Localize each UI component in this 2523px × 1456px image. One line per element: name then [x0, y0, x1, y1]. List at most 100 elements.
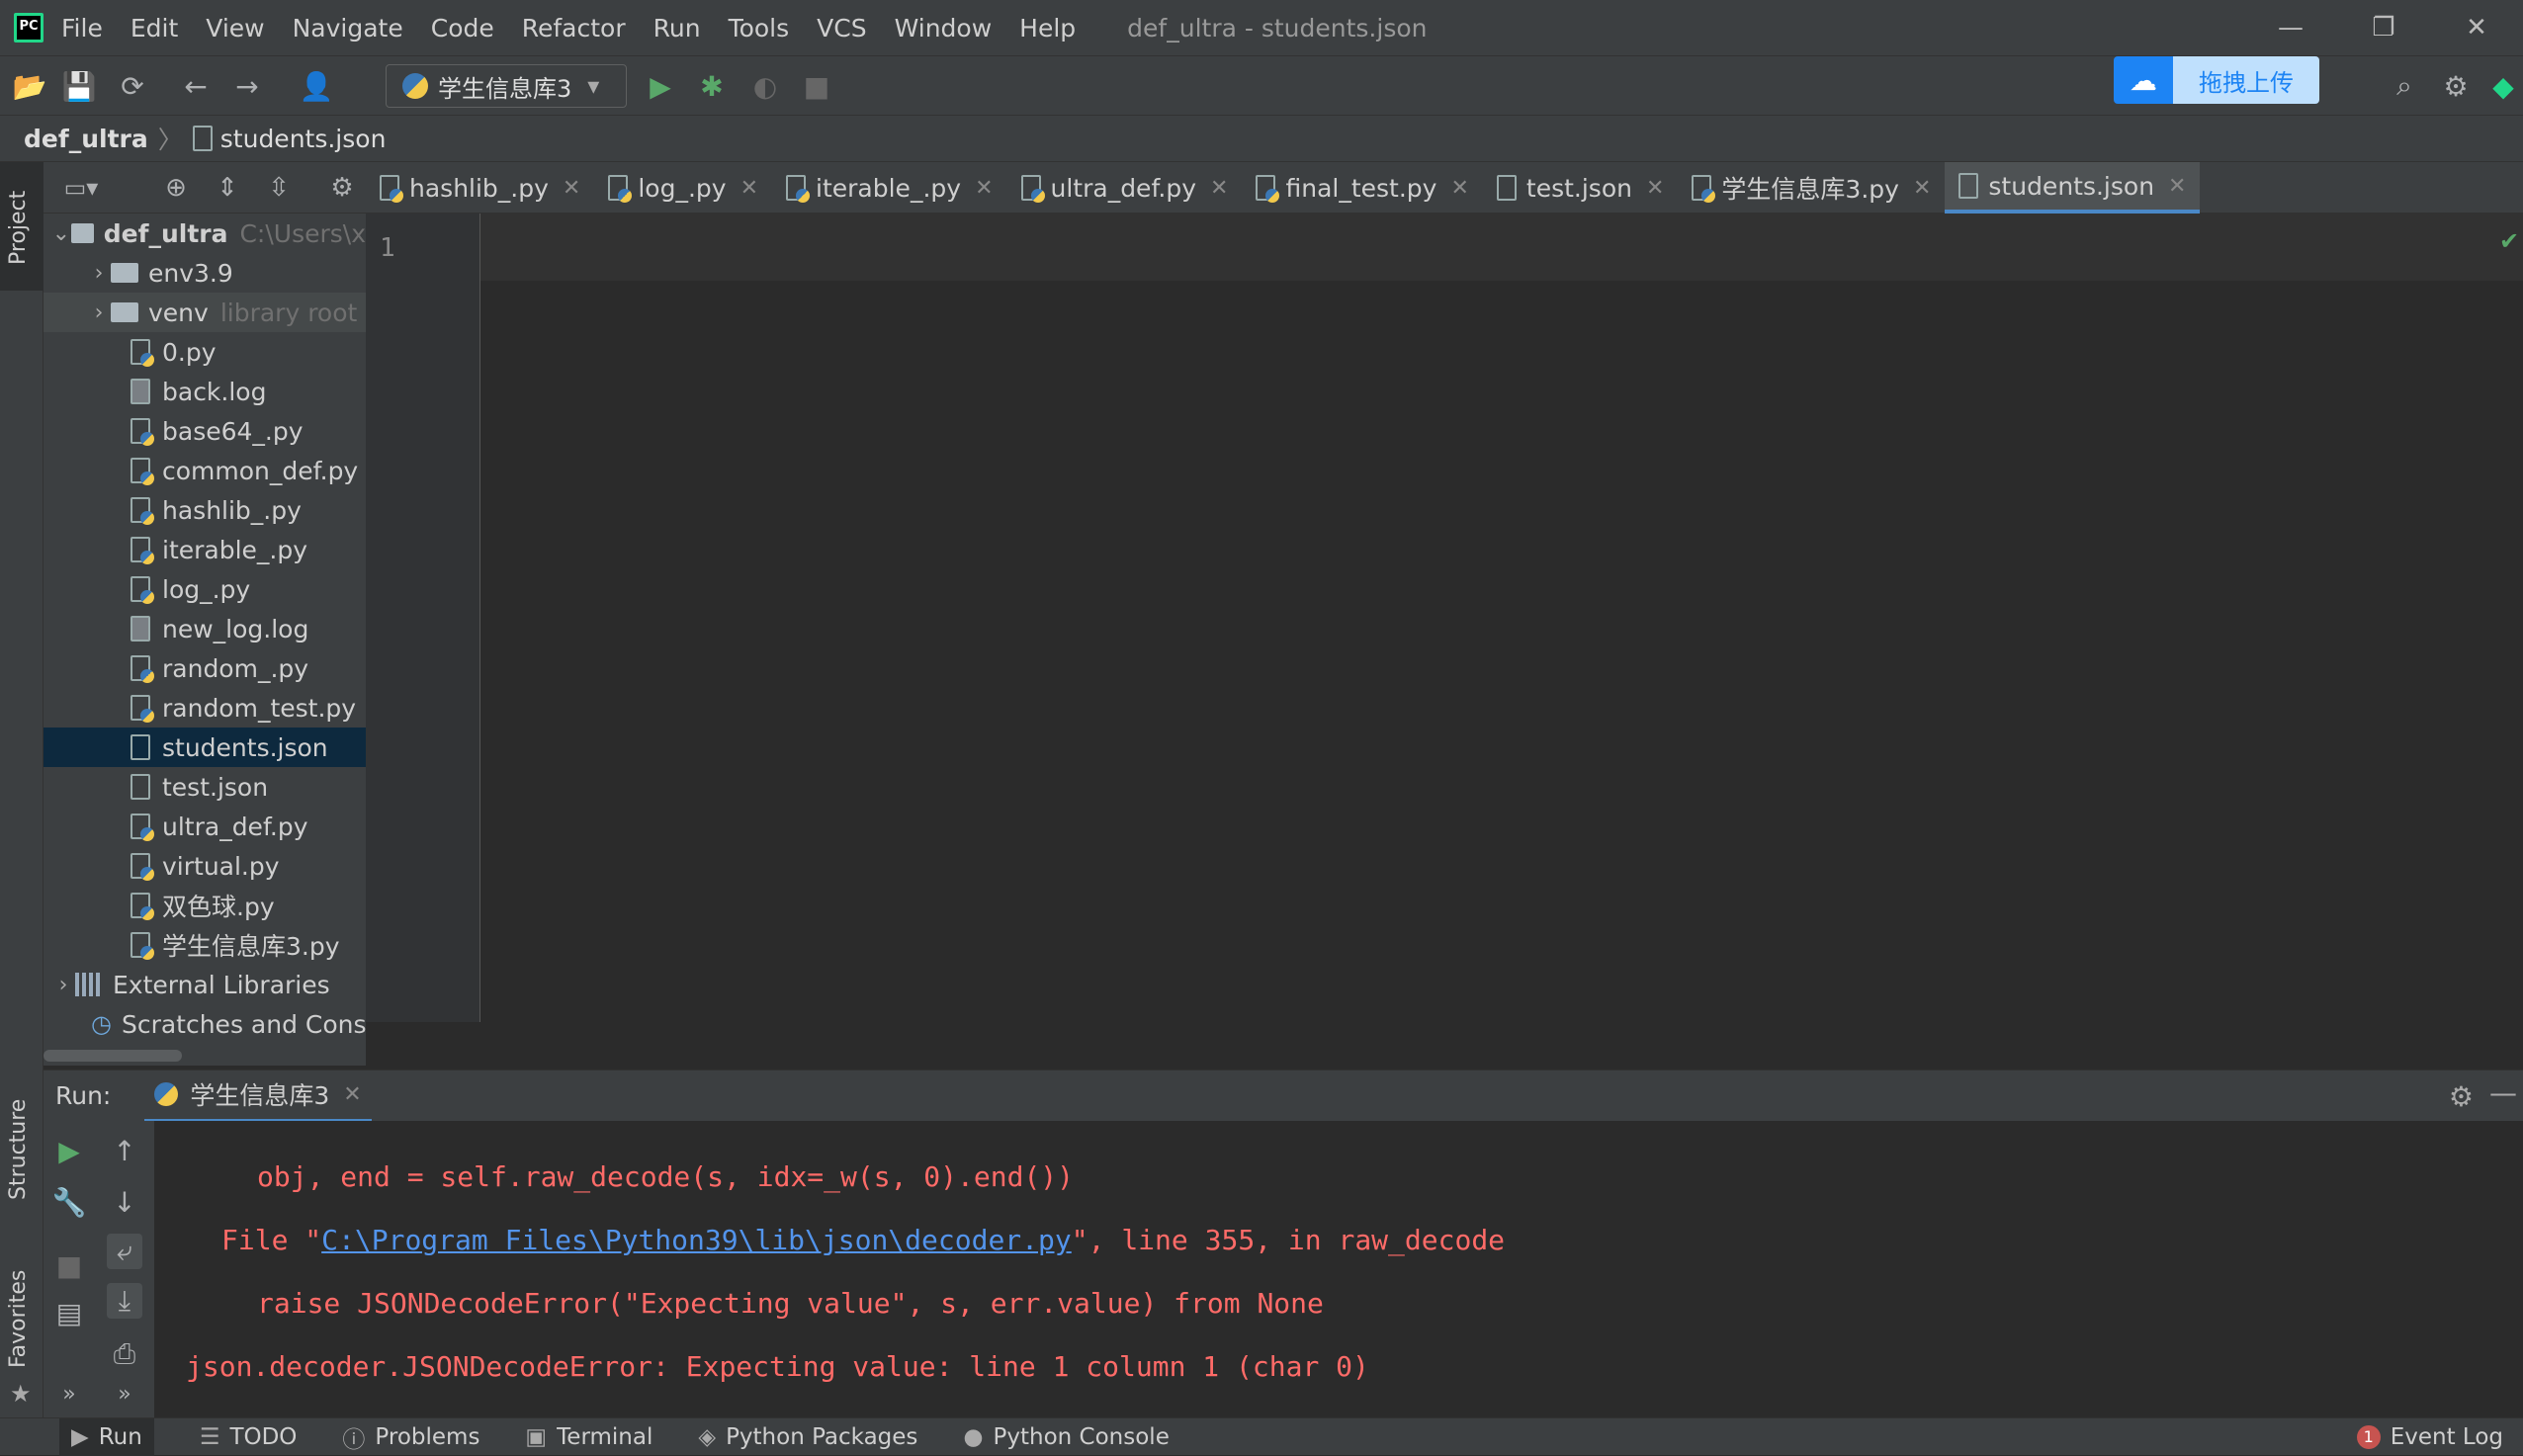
code-editor[interactable]: [480, 214, 2523, 1022]
scroll-down-arrow-icon[interactable]: ↓: [107, 1184, 142, 1220]
close-tab-icon[interactable]: ✕: [1913, 176, 1931, 201]
status-tab-python-console[interactable]: ● Python Console: [963, 1424, 1169, 1450]
tree-folder[interactable]: › env3.9: [44, 253, 366, 293]
gear-icon[interactable]: ⚙: [2438, 68, 2474, 104]
coverage-icon[interactable]: ◐: [747, 68, 783, 104]
hide-panel-icon[interactable]: —: [2489, 1076, 2517, 1109]
close-tab-icon[interactable]: ✕: [2168, 174, 2186, 199]
plugin-icon[interactable]: ◆: [2485, 68, 2521, 104]
chevron-right-icon[interactable]: ›: [87, 300, 111, 325]
menu-run[interactable]: Run: [653, 14, 701, 43]
tree-external-libraries[interactable]: › External Libraries: [44, 965, 366, 1004]
tree-file[interactable]: common_def.py: [44, 451, 366, 490]
close-tab-icon[interactable]: ✕: [1210, 176, 1228, 201]
status-tab-terminal[interactable]: ▣ Terminal: [525, 1424, 652, 1450]
run-config-tab[interactable]: 学生信息库3 ✕: [144, 1071, 372, 1122]
more-icon[interactable]: »: [107, 1376, 142, 1412]
menu-edit[interactable]: Edit: [130, 14, 178, 43]
sync-icon[interactable]: ⟳: [115, 68, 150, 104]
tree-file[interactable]: test.json: [44, 767, 366, 807]
horizontal-scrollbar[interactable]: [44, 1050, 182, 1062]
structure-tool-tab[interactable]: Structure: [0, 1091, 44, 1230]
more-icon[interactable]: »: [51, 1376, 87, 1412]
breadcrumb-file[interactable]: students.json: [220, 125, 387, 153]
status-tab-todo[interactable]: ☰ TODO: [200, 1424, 298, 1450]
tree-folder[interactable]: › venv library root: [44, 293, 366, 332]
tab-log[interactable]: log_.py ✕: [594, 162, 772, 214]
tree-file[interactable]: new_log.log: [44, 609, 366, 648]
file-link[interactable]: C:\Program Files\Python39\lib\json\decod…: [321, 1224, 1072, 1256]
inspection-ok-icon[interactable]: ✔: [2499, 227, 2519, 255]
event-log[interactable]: 1 Event Log: [2356, 1424, 2503, 1450]
restore-icon[interactable]: ❐: [2337, 0, 2430, 55]
close-icon[interactable]: ✕: [2430, 0, 2523, 55]
locate-file-icon[interactable]: ⊕: [158, 170, 194, 206]
chevron-right-icon[interactable]: ›: [51, 973, 75, 997]
upload-button[interactable]: ☁ 拖拽上传: [2114, 56, 2319, 104]
rerun-icon[interactable]: ▶: [51, 1133, 87, 1168]
tab-test-json[interactable]: test.json ✕: [1483, 162, 1679, 214]
tree-file[interactable]: ultra_def.py: [44, 807, 366, 846]
search-icon[interactable]: ⌕: [2387, 68, 2422, 104]
soft-wrap-icon[interactable]: ⤶: [107, 1234, 142, 1269]
wrench-icon[interactable]: 🔧: [51, 1184, 87, 1220]
forward-arrow-icon[interactable]: →: [229, 68, 265, 104]
scroll-up-arrow-icon[interactable]: ↑: [107, 1133, 142, 1168]
close-tab-icon[interactable]: ✕: [343, 1082, 361, 1107]
favorites-tool-tab[interactable]: Favorites ★: [0, 1259, 44, 1417]
stop-icon[interactable]: ■: [799, 68, 834, 104]
close-tab-icon[interactable]: ✕: [975, 176, 993, 201]
menu-refactor[interactable]: Refactor: [522, 14, 626, 43]
view-mode-icon[interactable]: ▭▾: [63, 170, 99, 206]
tab-ultra-def[interactable]: ultra_def.py ✕: [1007, 162, 1243, 214]
open-folder-icon[interactable]: 📂: [12, 68, 47, 104]
save-icon[interactable]: 💾: [61, 68, 97, 104]
tree-file-selected[interactable]: students.json: [44, 728, 366, 767]
menu-file[interactable]: File: [61, 14, 103, 43]
menu-navigate[interactable]: Navigate: [293, 14, 403, 43]
tree-file[interactable]: log_.py: [44, 569, 366, 609]
run-icon[interactable]: ▶: [643, 68, 678, 104]
chevron-down-icon[interactable]: ⌄: [51, 221, 71, 246]
menu-vcs[interactable]: VCS: [817, 14, 866, 43]
debug-bug-icon[interactable]: ✱: [694, 68, 730, 104]
tree-file[interactable]: hashlib_.py: [44, 490, 366, 530]
tree-file[interactable]: base64_.py: [44, 411, 366, 451]
tree-file[interactable]: iterable_.py: [44, 530, 366, 569]
tree-file[interactable]: random_test.py: [44, 688, 366, 728]
status-tab-run[interactable]: ▶ Run: [59, 1417, 154, 1456]
tab-iterable[interactable]: iterable_.py ✕: [772, 162, 1006, 214]
expand-all-icon[interactable]: ⇕: [210, 170, 245, 206]
tree-file[interactable]: random_.py: [44, 648, 366, 688]
tab-student-db[interactable]: 学生信息库3.py ✕: [1678, 162, 1945, 214]
tree-file[interactable]: 双色球.py: [44, 886, 366, 925]
close-tab-icon[interactable]: ✕: [1450, 176, 1468, 201]
tab-final-test[interactable]: final_test.py ✕: [1242, 162, 1482, 214]
scroll-to-end-icon[interactable]: ⤓: [107, 1283, 142, 1319]
panel-settings-gear-icon[interactable]: ⚙: [324, 170, 360, 206]
stop-icon[interactable]: ■: [51, 1247, 87, 1283]
menu-code[interactable]: Code: [431, 14, 494, 43]
close-tab-icon[interactable]: ✕: [1646, 176, 1664, 201]
layout-icon[interactable]: ▤: [51, 1295, 87, 1330]
tab-students-json[interactable]: students.json ✕: [1945, 162, 2201, 214]
menu-window[interactable]: Window: [895, 14, 993, 43]
project-tool-tab[interactable]: Project: [0, 162, 44, 291]
run-config-select[interactable]: 学生信息库3 ▾: [386, 64, 627, 108]
breadcrumb-project[interactable]: def_ultra: [24, 125, 148, 153]
minimize-icon[interactable]: —: [2244, 0, 2337, 55]
menu-help[interactable]: Help: [1019, 14, 1076, 43]
status-tab-problems[interactable]: ⓘ Problems: [342, 1420, 479, 1454]
tree-root[interactable]: ⌄ def_ultra C:\Users\x: [44, 214, 366, 253]
status-tab-python-packages[interactable]: ◈ Python Packages: [698, 1424, 917, 1450]
tree-scratches[interactable]: ◷ Scratches and Conso: [44, 1004, 366, 1044]
back-arrow-icon[interactable]: ←: [178, 68, 214, 104]
tree-file[interactable]: 学生信息库3.py: [44, 925, 366, 965]
tree-file[interactable]: 0.py: [44, 332, 366, 372]
tree-file[interactable]: virtual.py: [44, 846, 366, 886]
tree-file[interactable]: back.log: [44, 372, 366, 411]
menu-tools[interactable]: Tools: [729, 14, 790, 43]
print-icon[interactable]: ⎙: [107, 1336, 142, 1372]
menu-view[interactable]: View: [206, 14, 264, 43]
collapse-all-icon[interactable]: ⇳: [261, 170, 297, 206]
